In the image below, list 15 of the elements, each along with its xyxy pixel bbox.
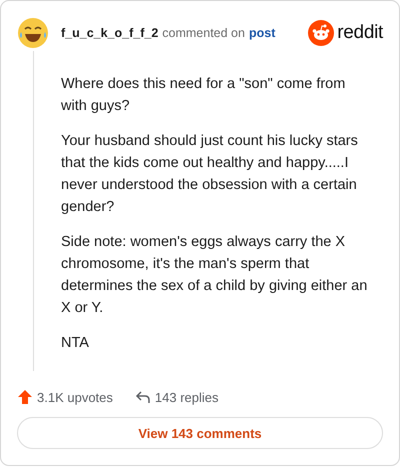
upvote-count: 3.1K upvotes	[37, 390, 113, 404]
comment-paragraph: Side note: women's eggs always carry the X chromosome, it's the man's sperm that determines the sex of a child by giving either an X or Y.	[61, 233, 368, 318]
reddit-logo-icon	[308, 20, 334, 46]
username[interactable]: f_u_c_k_o_f_f_2	[61, 26, 158, 40]
reply-count: 143 replies	[154, 390, 218, 404]
upvote-arrow-icon[interactable]	[17, 389, 33, 405]
comment-paragraph: Your husband should just count his lucky stars that the kids come out healthy and happy.....I never understood the obsession with a certain gender?	[61, 132, 359, 217]
comment-action-text: commented on	[162, 26, 245, 40]
comment-paragraph: NTA	[61, 334, 90, 353]
comment-paragraph: Where does this need for a "son" come from with guys?	[61, 75, 346, 116]
view-comments-button[interactable]: View 143 comments	[17, 417, 383, 449]
reply-arrow-icon[interactable]	[134, 389, 151, 405]
laughing-emoji-icon	[17, 17, 49, 49]
post-link[interactable]: post	[248, 26, 276, 40]
brand-name: reddit	[337, 22, 383, 44]
